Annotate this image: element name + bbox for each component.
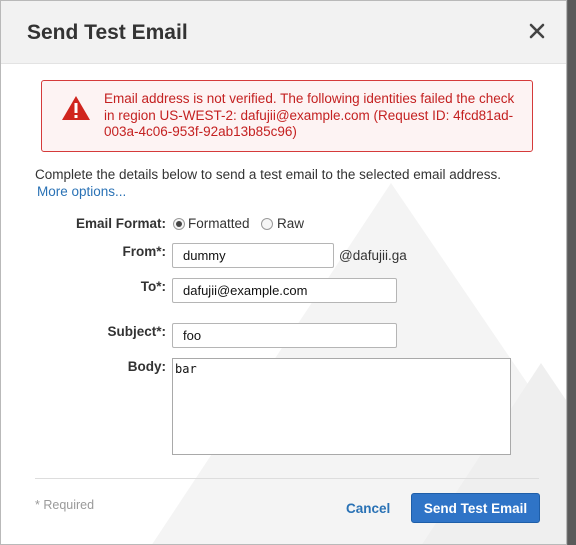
body-textarea-value: bar (175, 362, 197, 376)
dialog-title: Send Test Email (27, 21, 188, 44)
format-raw-radio[interactable] (261, 218, 273, 230)
from-input-value: dummy (183, 248, 226, 263)
email-format-label: Email Format: (75, 216, 166, 231)
page-backdrop (568, 0, 576, 545)
error-alert: Email address is not verified. The follo… (41, 80, 533, 152)
dialog-header: Send Test Email (1, 1, 566, 64)
from-label: From*: (122, 244, 167, 259)
footer-divider (35, 478, 539, 479)
format-formatted-radio[interactable] (173, 218, 185, 230)
send-test-email-dialog: Send Test Email Email address is not ver… (0, 0, 567, 545)
body-label: Body: (127, 359, 166, 374)
from-domain: @dafujii.ga (339, 248, 407, 263)
from-input[interactable]: dummy (172, 243, 334, 268)
required-note: * Required (35, 498, 95, 512)
subject-label: Subject*: (107, 324, 166, 339)
format-raw-label[interactable]: Raw (277, 216, 304, 231)
subject-input-value: foo (183, 328, 202, 343)
subject-input[interactable]: foo (172, 323, 397, 348)
to-label: To*: (140, 279, 166, 294)
format-formatted-label[interactable]: Formatted (188, 216, 250, 231)
to-input[interactable]: dafujii@example.com (172, 278, 397, 303)
send-test-email-button[interactable]: Send Test Email (411, 493, 540, 523)
body-textarea[interactable]: bar (172, 358, 511, 455)
warning-icon (62, 96, 90, 120)
send-test-email-button-label: Send Test Email (423, 500, 528, 516)
intro-text: Complete the details below to send a tes… (35, 167, 502, 182)
cancel-button[interactable]: Cancel (346, 501, 390, 516)
error-message: Email address is not verified. The follo… (104, 91, 515, 139)
to-input-value: dafujii@example.com (183, 283, 308, 298)
close-icon[interactable] (525, 19, 549, 43)
more-options-link[interactable]: More options... (37, 184, 126, 199)
